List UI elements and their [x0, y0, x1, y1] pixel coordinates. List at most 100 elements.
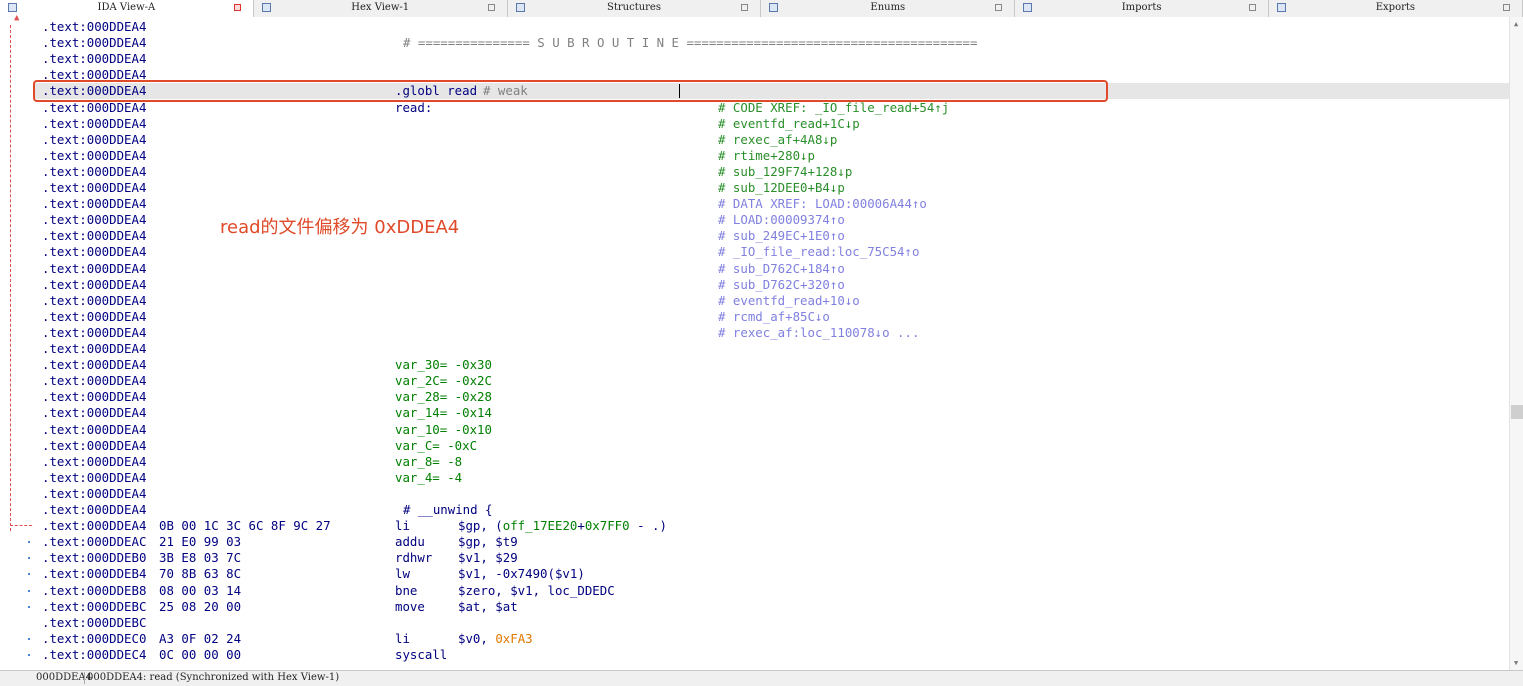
stack-variable[interactable]: var_C= -0xC — [395, 438, 477, 454]
listing-line[interactable]: .text:000DDEA4 # __unwind { — [33, 502, 1509, 518]
tab-imports[interactable]: Imports — [1015, 0, 1269, 17]
listing-line[interactable]: .text:000DDEA4 # eventfd_read+1C↓p — [33, 116, 1509, 132]
opcode-bytes: 21 E0 99 03 — [159, 534, 242, 550]
opcode-bytes: 3B E8 03 7C — [159, 550, 242, 566]
listing-line[interactable]: .text:000DDEA4 var_10= -0x10 — [33, 422, 1509, 438]
listing-line[interactable]: .text:000DDEA4 # sub_D762C+184↑o — [33, 261, 1509, 277]
line-address: .text:000DDEA4 — [42, 389, 147, 405]
listing-line[interactable]: .text:000DDEA4 # rtime+280↓p — [33, 148, 1509, 164]
listing-line[interactable]: .text:000DDEA4 var_C= -0xC — [33, 438, 1509, 454]
instruction-line[interactable]: .text:000DDEB0 3B E8 03 7C rdhwr $v1, $29 — [33, 550, 1509, 566]
opcode-bytes: 0C 00 00 00 — [159, 646, 242, 662]
listing-line[interactable]: .text:000DDEA4 var_8= -8 — [33, 454, 1509, 470]
operand-part: off_17EE20 — [502, 518, 578, 534]
line-address: .text:000DDEB0 — [42, 550, 147, 566]
tab-close-icon[interactable] — [741, 4, 749, 11]
disassembly-view[interactable]: .text:000DDEA4 .text:000DDEA4 # ==========… — [33, 17, 1509, 670]
instruction-line[interactable]: .text:000DDEAC 21 E0 99 03 addu $gp, $t9 — [33, 534, 1509, 550]
line-address: .text:000DDEA4 — [42, 147, 147, 163]
listing-line[interactable]: .text:000DDEA4 var_2C= -0x2C — [33, 373, 1509, 389]
line-comment: # sub_129F74+128↓p — [718, 163, 853, 179]
line-address: .text:000DDEA4 — [42, 51, 147, 67]
tab-close-icon[interactable] — [233, 4, 241, 11]
line-comment: # sub_12DEE0+B4↓p — [718, 180, 845, 195]
status-separator — [84, 672, 85, 684]
operands[interactable]: $v1, $29 — [458, 550, 518, 566]
listing-line[interactable]: .text:000DDEA4 — [33, 486, 1509, 502]
instruction-line[interactable]: .text:000DDEB8 08 00 03 14 bne $zero, $v1, … — [33, 583, 1509, 599]
listing-line[interactable]: .text:000DDEA4 — [33, 341, 1509, 357]
operands[interactable]: $gp, (off_17EE20+0x7FF0 - .) — [458, 518, 667, 534]
line-address: .text:000DDEA4 — [42, 292, 147, 308]
stack-variable[interactable]: var_4= -4 — [395, 470, 462, 486]
breakpoint-dot-icon — [28, 653, 30, 656]
listing-line[interactable]: .text:000DDEBC — [33, 615, 1509, 631]
breakpoint-dot-icon — [28, 605, 30, 608]
scroll-down-icon[interactable]: ▼ — [1514, 659, 1518, 667]
line-address: .text:000DDEA4 — [42, 518, 147, 534]
listing-line[interactable]: .text:000DDEA4 # sub_129F74+128↓p — [33, 164, 1509, 180]
listing-line[interactable]: .text:000DDEA4 var_30= -0x30 — [33, 357, 1509, 373]
tab-close-icon[interactable] — [487, 4, 495, 11]
instruction-line[interactable]: .text:000DDEA4 0B 00 1C 3C 6C 8F 9C 27 li $… — [33, 518, 1509, 534]
operand-part: $v1, $29 — [458, 550, 518, 566]
status-message: 000DDEA4: read (Synchronized with Hex Vi… — [87, 672, 340, 683]
tab-enums[interactable]: Enums — [761, 0, 1016, 17]
listing-line[interactable]: .text:000DDEA4 — [33, 19, 1509, 35]
listing-line[interactable]: .text:000DDEA4 # eventfd_read+10↓o — [33, 293, 1509, 309]
line-address: .text:000DDEA4 — [42, 212, 147, 228]
listing-line[interactable]: .text:000DDEA4 # sub_12DEE0+B4↓p — [33, 180, 1509, 196]
listing-line[interactable]: .text:000DDEA4 # rexec_af+4A8↓p — [33, 132, 1509, 148]
operand-part: $gp, $t9 — [458, 534, 518, 550]
stack-variable[interactable]: var_28= -0x28 — [395, 389, 492, 405]
opcode-bytes: A3 0F 02 24 — [159, 630, 242, 646]
listing-line[interactable]: .text:000DDEA4 # rcmd_af+85C↓o — [33, 309, 1509, 325]
instruction-line[interactable]: .text:000DDEC4 0C 00 00 00 syscall — [33, 647, 1509, 663]
annotation-note: read的文件偏移为 0xDDEA4 — [220, 217, 460, 238]
vertical-scrollbar[interactable]: ▲ ▼ — [1509, 17, 1523, 670]
tab-close-icon[interactable] — [995, 4, 1003, 11]
line-comment: # LOAD:00009374↑o — [718, 212, 845, 228]
line-address: .text:000DDEA4 — [42, 502, 147, 517]
instruction-line[interactable]: .text:000DDEB4 70 8B 63 8C lw $v1, -0x7490(… — [33, 566, 1509, 582]
operands[interactable]: $v0, 0xFA3 — [458, 631, 533, 647]
line-address: .text:000DDEA4 — [42, 115, 147, 131]
operands[interactable]: $v1, -0x7490($v1) — [458, 566, 585, 582]
tab-close-icon[interactable] — [1248, 4, 1256, 11]
stack-variable[interactable]: var_8= -8 — [395, 454, 462, 470]
flow-arrow-branch — [10, 525, 32, 526]
listing-line[interactable]: .text:000DDEA4 — [33, 51, 1509, 67]
listing-line[interactable]: .text:000DDEA4 # rexec_af:loc_110078↓o ..… — [33, 325, 1509, 341]
scrollbar-thumb[interactable] — [1511, 405, 1523, 419]
annotation-highlight-box — [33, 80, 1108, 102]
stack-variable[interactable]: var_10= -0x10 — [395, 422, 492, 438]
listing-line[interactable]: .text:000DDEA4 # =============== S U B R … — [33, 35, 1509, 51]
operands[interactable]: $at, $at — [458, 599, 518, 615]
listing-line[interactable]: .text:000DDEA4 # DATA XREF: LOAD:00006A44… — [33, 196, 1509, 212]
stack-variable[interactable]: var_2C= -0x2C — [395, 373, 492, 389]
tab-structures[interactable]: Structures — [508, 0, 762, 17]
stack-variable[interactable]: var_14= -0x14 — [395, 405, 492, 421]
breakpoint-dot-icon — [28, 541, 30, 544]
listing-line[interactable]: .text:000DDEA4 var_4= -4 — [33, 470, 1509, 486]
stack-variable[interactable]: var_30= -0x30 — [395, 357, 492, 373]
instruction-line[interactable]: .text:000DDEC0 A3 0F 02 24 li $v0, 0xFA3 — [33, 631, 1509, 647]
listing-line[interactable]: .text:000DDEA4 # sub_D762C+320↑o — [33, 277, 1509, 293]
line-comment: # sub_D762C+184↑o — [718, 260, 845, 276]
mnemonic: li — [395, 518, 410, 534]
tab-hex-view-1[interactable]: Hex View-1 — [254, 0, 508, 17]
tab-ida-view-a[interactable]: IDA View-A — [0, 0, 254, 17]
tab-label: Structures — [607, 2, 661, 13]
operand-part: $at, $at — [458, 598, 518, 614]
listing-line[interactable]: .text:000DDEA4 # _IO_file_read:loc_75C54↑… — [33, 244, 1509, 260]
listing-line[interactable]: .text:000DDEA4 var_14= -0x14 — [33, 405, 1509, 421]
tab-close-icon[interactable] — [1502, 4, 1510, 11]
line-address: .text:000DDEA4 — [42, 180, 147, 195]
scroll-up-icon[interactable]: ▲ — [1514, 20, 1518, 28]
instruction-line[interactable]: .text:000DDEBC 25 08 20 00 move $at, $at — [33, 599, 1509, 615]
tab-exports[interactable]: Exports — [1269, 0, 1523, 17]
operands[interactable]: $zero, $v1, loc_DDEDC — [458, 583, 615, 599]
operands[interactable]: $gp, $t9 — [458, 534, 518, 550]
line-comment: # rtime+280↓p — [718, 147, 815, 163]
listing-line[interactable]: .text:000DDEA4 var_28= -0x28 — [33, 389, 1509, 405]
